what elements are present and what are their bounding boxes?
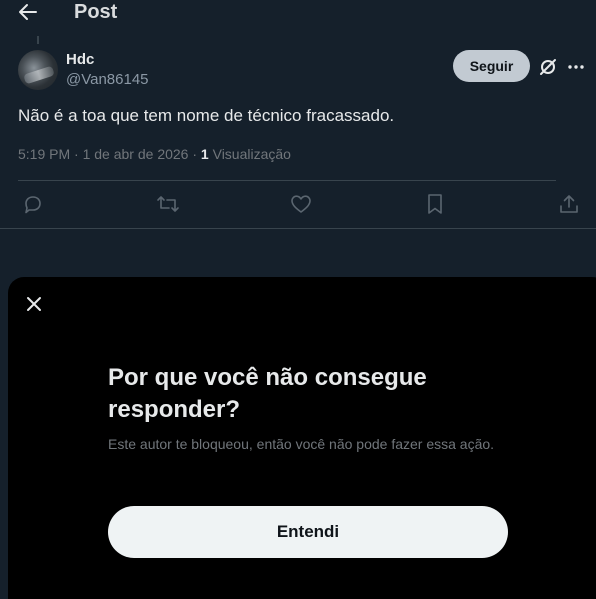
close-button[interactable] [22, 292, 46, 316]
page-title: Post [74, 1, 118, 23]
post-meta: 5:19 PM · 1 de abr de 2026 · 1 Visualiza… [18, 146, 291, 162]
got-it-button[interactable]: Entendi [108, 506, 508, 558]
sheet-title: Por que você não consegue responder? [108, 364, 427, 423]
grok-button[interactable] [537, 56, 559, 78]
close-icon [27, 297, 41, 311]
share-button[interactable] [557, 192, 581, 216]
post-date[interactable]: 1 de abr de 2026 [83, 146, 189, 162]
thread-line [37, 36, 39, 44]
views-label: Visualização [212, 146, 291, 162]
follow-button[interactable]: Seguir [453, 50, 530, 82]
repost-icon [157, 196, 179, 212]
post-time[interactable]: 5:19 PM [18, 146, 70, 162]
divider [0, 228, 596, 229]
post-text: Não é a toa que tem nome de técnico frac… [18, 106, 395, 125]
like-icon [291, 195, 311, 213]
meta-separator: · [74, 146, 79, 162]
reply-icon [25, 196, 41, 214]
more-options-button[interactable] [565, 56, 587, 78]
reply-button[interactable] [21, 192, 45, 216]
share-icon [560, 195, 578, 213]
bookmark-button[interactable] [423, 192, 447, 216]
views-count: 1 [200, 146, 209, 162]
like-button[interactable] [289, 192, 313, 216]
top-bar: Post [0, 0, 596, 26]
repost-button[interactable] [156, 192, 180, 216]
grok-icon [540, 59, 556, 75]
back-button[interactable] [16, 2, 40, 22]
author-name[interactable]: Hdc [66, 51, 94, 68]
arrow-left-icon [19, 4, 37, 20]
author-handle[interactable]: @Van86145 [66, 71, 149, 88]
avatar[interactable] [18, 50, 58, 90]
bookmark-icon [428, 194, 442, 214]
meta-separator: · [192, 146, 198, 162]
divider [18, 180, 556, 181]
action-bar [0, 192, 596, 216]
sheet-description: Este autor te bloqueou, então você não p… [108, 436, 495, 452]
more-dots-icon [568, 65, 584, 69]
